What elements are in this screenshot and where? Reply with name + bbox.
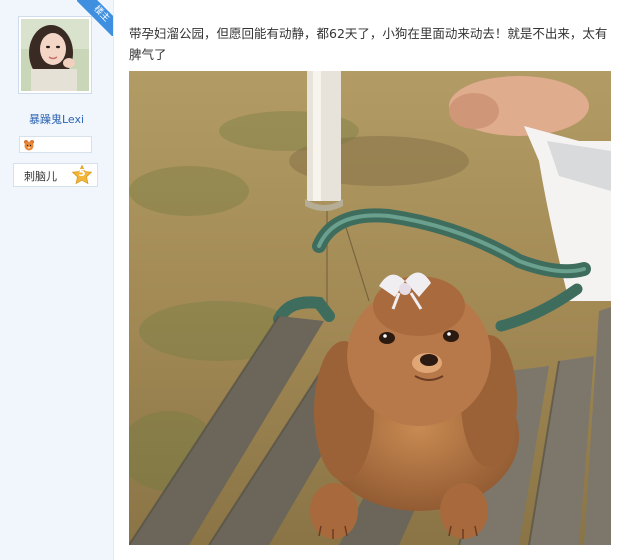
level-name: 刺脑儿 [24,170,57,183]
post-page: 楼主 暴躁鬼Lexi 刺脑儿 5 带孕妇溜公园，但愿回能有动静，都62天了，小狗… [0,0,631,560]
dog-on-bench-photo [129,71,611,545]
thread-owner-ribbon: 楼主 [77,0,113,36]
author-name-link[interactable]: 暴躁鬼Lexi [0,111,113,127]
level-star-badge-icon: 5 [71,164,93,185]
medal-box [19,136,92,153]
post-photo[interactable] [129,71,611,545]
owner-badge-label: 楼主 [77,0,113,36]
level-number: 5 [78,168,86,179]
bear-medal-icon[interactable] [23,139,35,151]
author-sidebar: 楼主 暴躁鬼Lexi 刺脑儿 5 [0,0,114,560]
user-level-box[interactable]: 刺脑儿 5 [13,163,98,187]
post-body-text: 带孕妇溜公园，但愿回能有动静，都62天了，小狗在里面动来动去！就是不出来，太有脾… [129,26,608,62]
